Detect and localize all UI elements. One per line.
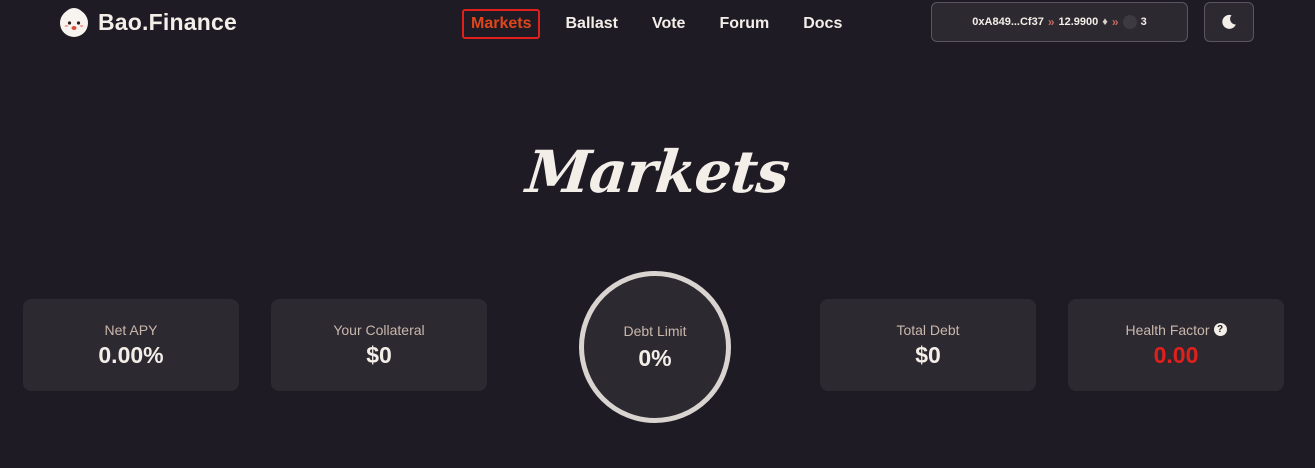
brand-link[interactable]: Bao.Finance <box>58 6 237 38</box>
total-debt-label: Total Debt <box>896 321 960 338</box>
page: Bao.Finance Markets Ballast Vote Forum D… <box>0 0 1315 468</box>
net-apy-label: Net APY <box>104 321 158 338</box>
debt-limit-value: 0% <box>638 344 672 371</box>
health-factor-label-row: Health Factor ? <box>1125 321 1227 338</box>
net-apy-card: Net APY 0.00% <box>23 299 239 391</box>
health-factor-value: 0.00 <box>1153 341 1199 368</box>
nav-item-forum[interactable]: Forum <box>710 9 778 39</box>
eth-icon: ♦ <box>1102 16 1108 28</box>
debt-limit-label: Debt Limit <box>623 322 687 339</box>
wallet-address: 0xA849...Cf37 <box>972 16 1044 28</box>
nav-item-ballast[interactable]: Ballast <box>556 9 626 39</box>
pending-tx-icon <box>1122 15 1137 29</box>
collateral-label: Your Collateral <box>333 321 425 338</box>
moon-icon <box>1222 14 1236 29</box>
debt-limit-gauge: Debt Limit 0% <box>579 271 731 423</box>
bao-logo-icon <box>60 8 88 37</box>
page-title: Markets <box>522 138 793 206</box>
chevron-right-icon: » <box>1047 15 1055 29</box>
eth-balance: 12.9900 <box>1058 16 1099 28</box>
nav-item-markets[interactable]: Markets <box>462 9 541 39</box>
main-nav: Markets Ballast Vote Forum Docs <box>462 9 867 39</box>
collateral-card: Your Collateral $0 <box>271 299 487 391</box>
brand-name: Bao.Finance <box>98 8 237 35</box>
collateral-value: $0 <box>366 341 392 368</box>
theme-toggle-button[interactable] <box>1204 2 1254 42</box>
nav-item-vote[interactable]: Vote <box>643 9 694 39</box>
chevron-right-icon: » <box>1111 15 1119 29</box>
question-icon[interactable]: ? <box>1213 323 1227 336</box>
net-apy-value: 0.00% <box>98 341 164 368</box>
total-debt-value: $0 <box>915 341 941 368</box>
health-factor-label: Health Factor <box>1125 321 1210 338</box>
nav-item-docs[interactable]: Docs <box>794 9 851 39</box>
health-factor-card: Health Factor ? 0.00 <box>1068 299 1284 391</box>
total-debt-card: Total Debt $0 <box>820 299 1036 391</box>
pending-count: 3 <box>1140 16 1147 28</box>
wallet-button[interactable]: 0xA849...Cf37 » 12.9900 ♦ » 3 <box>931 2 1188 42</box>
